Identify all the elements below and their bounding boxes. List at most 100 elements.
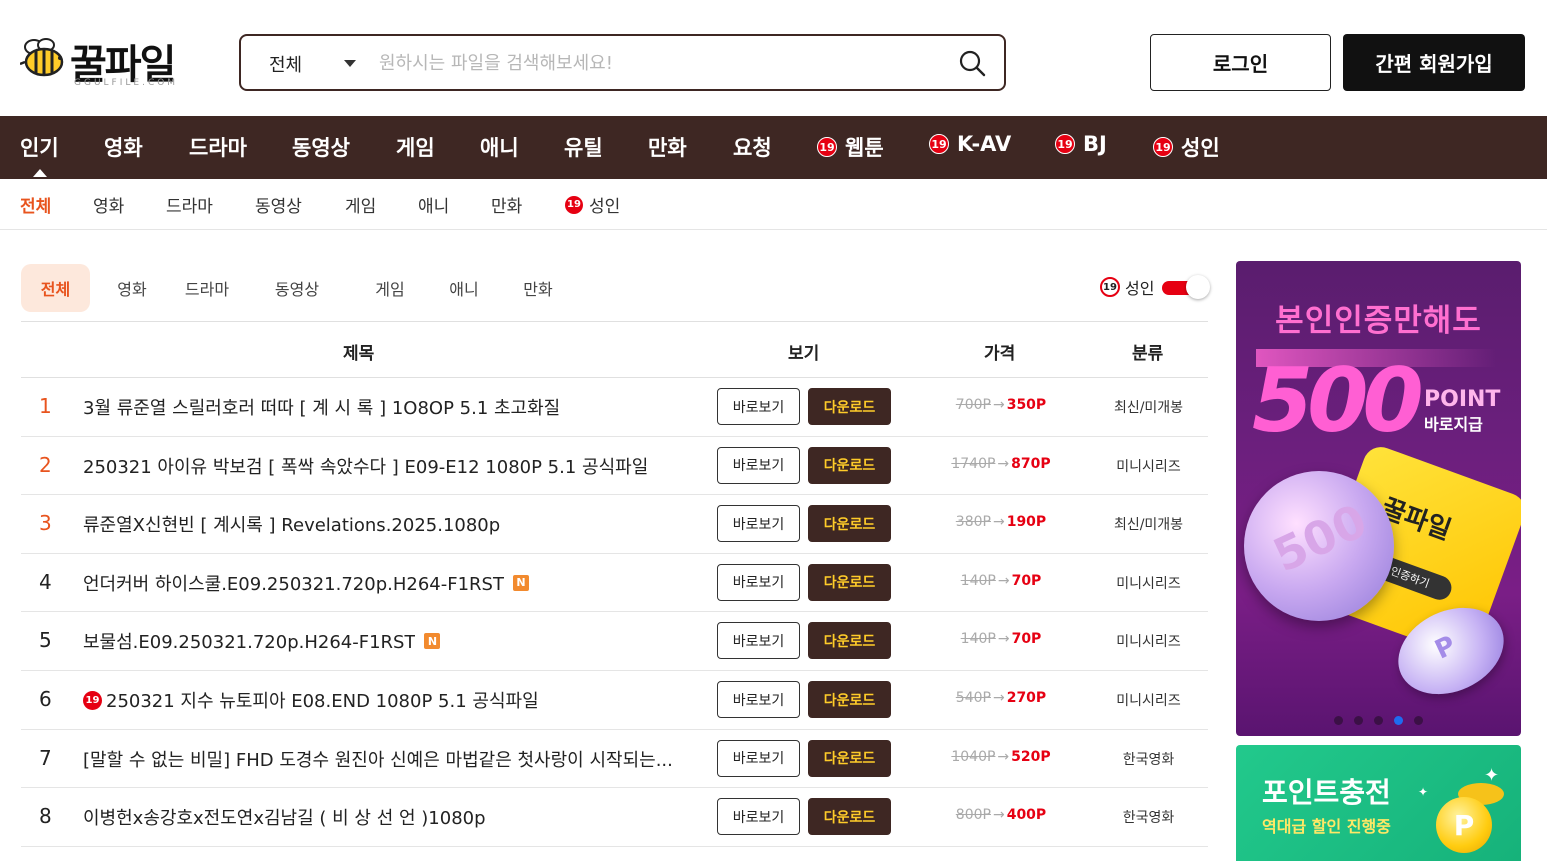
search-icon[interactable]: [958, 49, 986, 77]
main-nav-label: 영화: [104, 136, 143, 160]
search-category-select[interactable]: 전체: [269, 51, 302, 77]
view-button[interactable]: 바로보기: [717, 622, 800, 660]
rank-number: 1: [39, 394, 52, 418]
main-nav-item[interactable]: 19 웹툰: [817, 132, 884, 162]
table-row[interactable]: 1 3월 류준열 스릴러호러 떠따 [ 계 시 록 ] 1O8OP 5.1 초고화…: [21, 378, 1208, 437]
view-button[interactable]: 바로보기: [717, 388, 800, 425]
table-row[interactable]: 5 보물섬.E09.250321.720p.H264-F1RST N 바로보기 다운로드…: [21, 612, 1208, 671]
sub-nav: 전체 영화 드라마 동영상 게임 애니 만화 19 성인: [0, 179, 1547, 230]
main-nav-item[interactable]: 드라마: [189, 132, 247, 162]
sub-nav-item[interactable]: 전체: [20, 192, 51, 217]
search-bar: 전체: [239, 34, 1006, 91]
view-button[interactable]: 바로보기: [717, 446, 800, 484]
adult-filter[interactable]: 19 성인: [1100, 274, 1211, 300]
verification-promo-banner[interactable]: 본인인증만해도 500 POINT 바로지급 꿀파일 본인 인증하기 500 P: [1236, 261, 1521, 736]
search-input[interactable]: [379, 48, 939, 78]
view-button[interactable]: 바로보기: [717, 563, 800, 601]
view-button[interactable]: 바로보기: [717, 681, 800, 718]
sale-price: 270P: [1006, 690, 1047, 706]
download-button[interactable]: 다운로드: [808, 388, 891, 425]
carousel-dot[interactable]: [1354, 716, 1363, 725]
filter-tab[interactable]: 게임: [358, 264, 422, 312]
filter-tab[interactable]: 동영상: [265, 264, 329, 312]
main-nav-item[interactable]: 만화: [648, 132, 687, 162]
row-title-link[interactable]: 이병헌x송강호x전도연x김남길 ( 비 상 선 언 )1080p: [83, 804, 703, 830]
view-button[interactable]: 바로보기: [717, 739, 800, 777]
arrow-icon: →: [992, 690, 1005, 706]
download-button[interactable]: 다운로드: [808, 681, 891, 718]
arrow-icon: →: [992, 807, 1005, 824]
download-button[interactable]: 다운로드: [808, 563, 891, 601]
main-nav-item[interactable]: 애니: [480, 132, 519, 162]
banner2-title: 포인트충전: [1262, 776, 1391, 809]
row-title-link[interactable]: 19 250321 지수 뉴토피아 E08.END 1080P 5.1 공식파일: [83, 687, 703, 713]
main-nav-item[interactable]: 19 BJ: [1055, 132, 1107, 156]
signup-button[interactable]: 간편 회원가입: [1343, 34, 1525, 91]
point-charge-banner[interactable]: 포인트충전 역대급 할인 진행중 P ✦ ✦: [1236, 745, 1521, 861]
table-row[interactable]: 4 언더커버 하이스쿨.E09.250321.720p.H264-F1RST N 바로…: [21, 554, 1208, 613]
row-title-link[interactable]: 3월 류준열 스릴러호러 떠따 [ 계 시 록 ] 1O8OP 5.1 초고화질: [83, 394, 703, 420]
adult-toggle-switch[interactable]: [1162, 275, 1211, 299]
active-nav-indicator: [33, 169, 47, 177]
banner-point-label: POINT: [1424, 387, 1501, 412]
filter-tab[interactable]: 애니: [432, 264, 496, 312]
table-row[interactable]: 7 [말할 수 없는 비밀] FHD 도경수 원진아 신예은 마법같은 첫사랑이 …: [21, 730, 1208, 789]
rank-number: 6: [39, 687, 52, 711]
carousel-dot[interactable]: [1394, 716, 1403, 725]
table-row[interactable]: 3 류준열X신현빈 [ 계시록 ] Revelations.2025.1080p 바…: [21, 495, 1208, 554]
download-button[interactable]: 다운로드: [808, 798, 891, 836]
filter-tab[interactable]: 전체: [21, 264, 90, 312]
site-logo[interactable]: 꿀파일 GGULFILE.COM: [20, 32, 200, 90]
row-title-link[interactable]: 류준열X신현빈 [ 계시록 ] Revelations.2025.1080p: [83, 511, 703, 537]
old-price: 140P: [960, 572, 996, 589]
main-nav-label: 만화: [648, 136, 687, 160]
sub-nav-item[interactable]: 게임: [345, 192, 376, 217]
main-nav-item[interactable]: 요청: [733, 132, 772, 162]
row-title-link[interactable]: 언더커버 하이스쿨.E09.250321.720p.H264-F1RST N: [83, 570, 703, 596]
price: 140P → 70P: [921, 573, 1081, 589]
main-nav-item[interactable]: 유틸: [564, 132, 603, 162]
main-nav-item[interactable]: 19 K-AV: [929, 132, 1011, 156]
carousel-dot[interactable]: [1414, 716, 1423, 725]
row-category: 미니시리즈: [1116, 458, 1181, 475]
adult-19-icon: 19: [929, 134, 949, 154]
main-nav-item[interactable]: 게임: [396, 132, 435, 162]
sale-price: 350P: [1006, 397, 1047, 413]
download-button[interactable]: 다운로드: [808, 505, 891, 543]
sub-nav-item[interactable]: 만화: [491, 192, 522, 217]
table-row[interactable]: 2 250321 아이유 박보검 [ 폭싹 속았수다 ] E09-E12 1080…: [21, 437, 1208, 496]
main-nav-item[interactable]: 동영상: [292, 132, 350, 162]
sub-nav-label: 게임: [345, 197, 377, 217]
caret-down-icon[interactable]: [344, 60, 356, 67]
main-nav-item[interactable]: 19 성인: [1153, 132, 1220, 162]
sub-nav-item[interactable]: 영화: [93, 192, 124, 217]
main-nav-item[interactable]: 영화: [104, 132, 143, 162]
row-title-link[interactable]: 250321 아이유 박보검 [ 폭싹 속았수다 ] E09-E12 1080P…: [83, 453, 703, 479]
carousel-dot[interactable]: [1334, 716, 1343, 725]
table-row[interactable]: 6 19 250321 지수 뉴토피아 E08.END 1080P 5.1 공식파일…: [21, 671, 1208, 730]
sub-nav-item[interactable]: 애니: [418, 192, 449, 217]
view-button[interactable]: 바로보기: [717, 798, 800, 836]
download-button[interactable]: 다운로드: [808, 446, 891, 484]
filter-tab[interactable]: 영화: [100, 264, 164, 312]
sub-nav-item[interactable]: 드라마: [166, 192, 213, 217]
download-button[interactable]: 다운로드: [808, 739, 891, 777]
filter-tab[interactable]: 만화: [506, 264, 570, 312]
arrow-icon: →: [997, 572, 1010, 589]
login-button[interactable]: 로그인: [1150, 34, 1331, 91]
download-button[interactable]: 다운로드: [808, 622, 891, 660]
main-nav-label: 동영상: [292, 136, 350, 160]
sub-nav-label: 영화: [93, 197, 125, 217]
toggle-knob: [1186, 275, 1211, 299]
price: 800P → 400P: [921, 807, 1081, 823]
sub-nav-item[interactable]: 동영상: [255, 192, 302, 217]
carousel-dot[interactable]: [1374, 716, 1383, 725]
row-title-text: 250321 아이유 박보검 [ 폭싹 속았수다 ] E09-E12 1080P…: [83, 456, 649, 478]
table-row[interactable]: 8 이병헌x송강호x전도연x김남길 ( 비 상 선 언 )1080p 바로보기 다운로…: [21, 788, 1208, 847]
view-button[interactable]: 바로보기: [717, 505, 800, 543]
filter-tab[interactable]: 드라마: [175, 264, 239, 312]
row-title-link[interactable]: [말할 수 없는 비밀] FHD 도경수 원진아 신예은 마법같은 첫사랑이 시…: [83, 746, 703, 772]
row-title-link[interactable]: 보물섬.E09.250321.720p.H264-F1RST N: [83, 628, 703, 654]
sub-nav-item[interactable]: 19 성인: [565, 192, 620, 217]
main-nav-item[interactable]: 인기: [20, 132, 59, 162]
